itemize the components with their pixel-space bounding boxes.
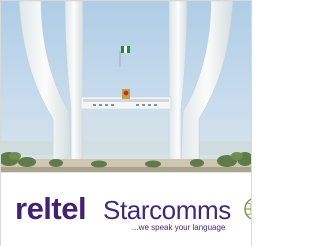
flag [121,46,130,53]
tagline: ...we speak your language [132,223,226,232]
city-gate-photo[interactable] [1,1,251,172]
brand-lockup: reltel Starcomms ...we speak your langua… [15,193,251,233]
ad-frame[interactable]: reltel Starcomms ...we speak your langua… [0,0,252,246]
gate-opening [83,109,169,161]
reltel-wordmark: reltel [15,191,87,226]
starcomms-ad-banner[interactable]: reltel Starcomms ...we speak your langua… [1,172,251,246]
globe-icon [244,198,251,220]
starcomms-wordmark: Starcomms [103,195,231,225]
city-gate-illustration [1,1,251,172]
